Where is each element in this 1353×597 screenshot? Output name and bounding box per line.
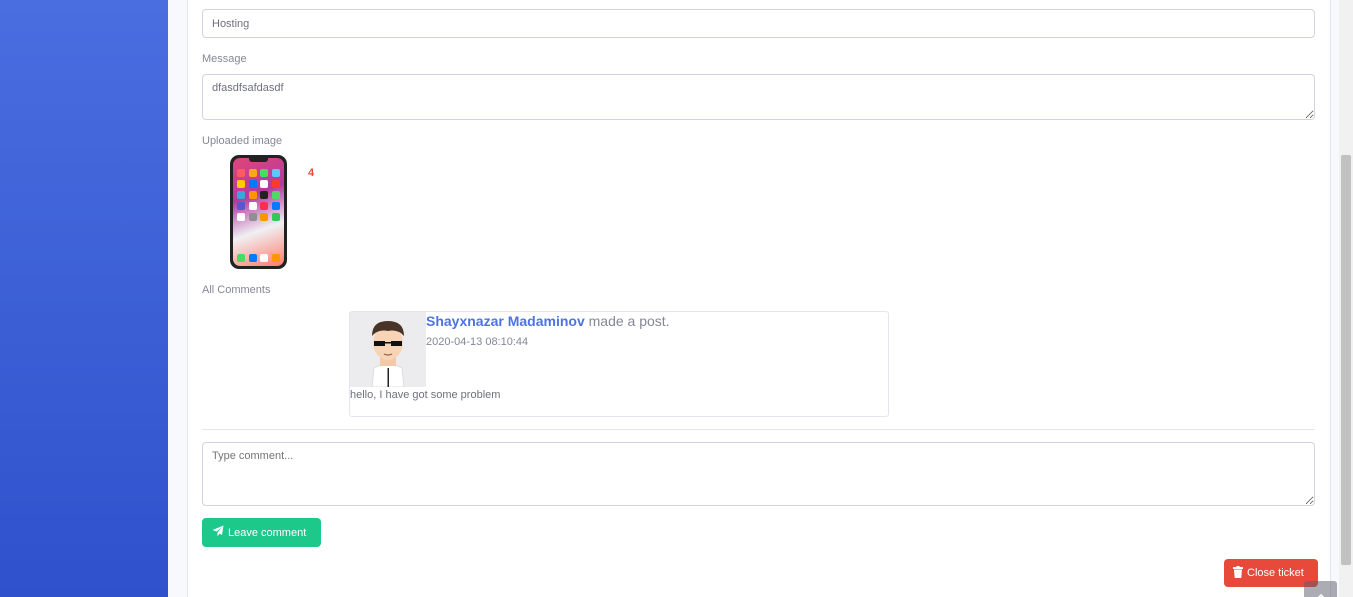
chevron-up-icon bbox=[1316, 587, 1326, 597]
uploaded-image-label: Uploaded image bbox=[202, 135, 283, 147]
comment-card: Shayxnazar Madaminov made a post. 2020-0… bbox=[349, 311, 889, 417]
message-field[interactable]: dfasdfsafdasdf bbox=[202, 74, 1315, 120]
page-scrollbar-thumb[interactable] bbox=[1341, 155, 1351, 565]
subject-field[interactable] bbox=[202, 9, 1315, 38]
leave-comment-label: Leave comment bbox=[228, 526, 307, 539]
close-ticket-label: Close ticket bbox=[1247, 567, 1304, 579]
trash-icon bbox=[1233, 565, 1243, 581]
comment-author-line: Shayxnazar Madaminov made a post. bbox=[426, 313, 670, 329]
comment-date: 2020-04-13 08:10:44 bbox=[426, 336, 529, 348]
uploaded-image-thumbnail[interactable] bbox=[230, 155, 287, 269]
comment-action: made a post. bbox=[588, 313, 670, 329]
comment-author-name[interactable]: Shayxnazar Madaminov bbox=[426, 313, 585, 329]
comment-input[interactable] bbox=[202, 442, 1315, 506]
divider bbox=[202, 429, 1315, 430]
avatar bbox=[350, 312, 426, 387]
comment-text: hello, I have got some problem bbox=[350, 389, 501, 401]
leave-comment-button[interactable]: Leave comment bbox=[202, 518, 321, 547]
paper-plane-icon bbox=[212, 525, 224, 540]
message-label: Message bbox=[202, 53, 247, 65]
all-comments-label: All Comments bbox=[202, 284, 271, 296]
scroll-to-top-button[interactable] bbox=[1304, 581, 1337, 597]
sidebar bbox=[0, 0, 168, 597]
image-count: 4 bbox=[308, 167, 315, 179]
